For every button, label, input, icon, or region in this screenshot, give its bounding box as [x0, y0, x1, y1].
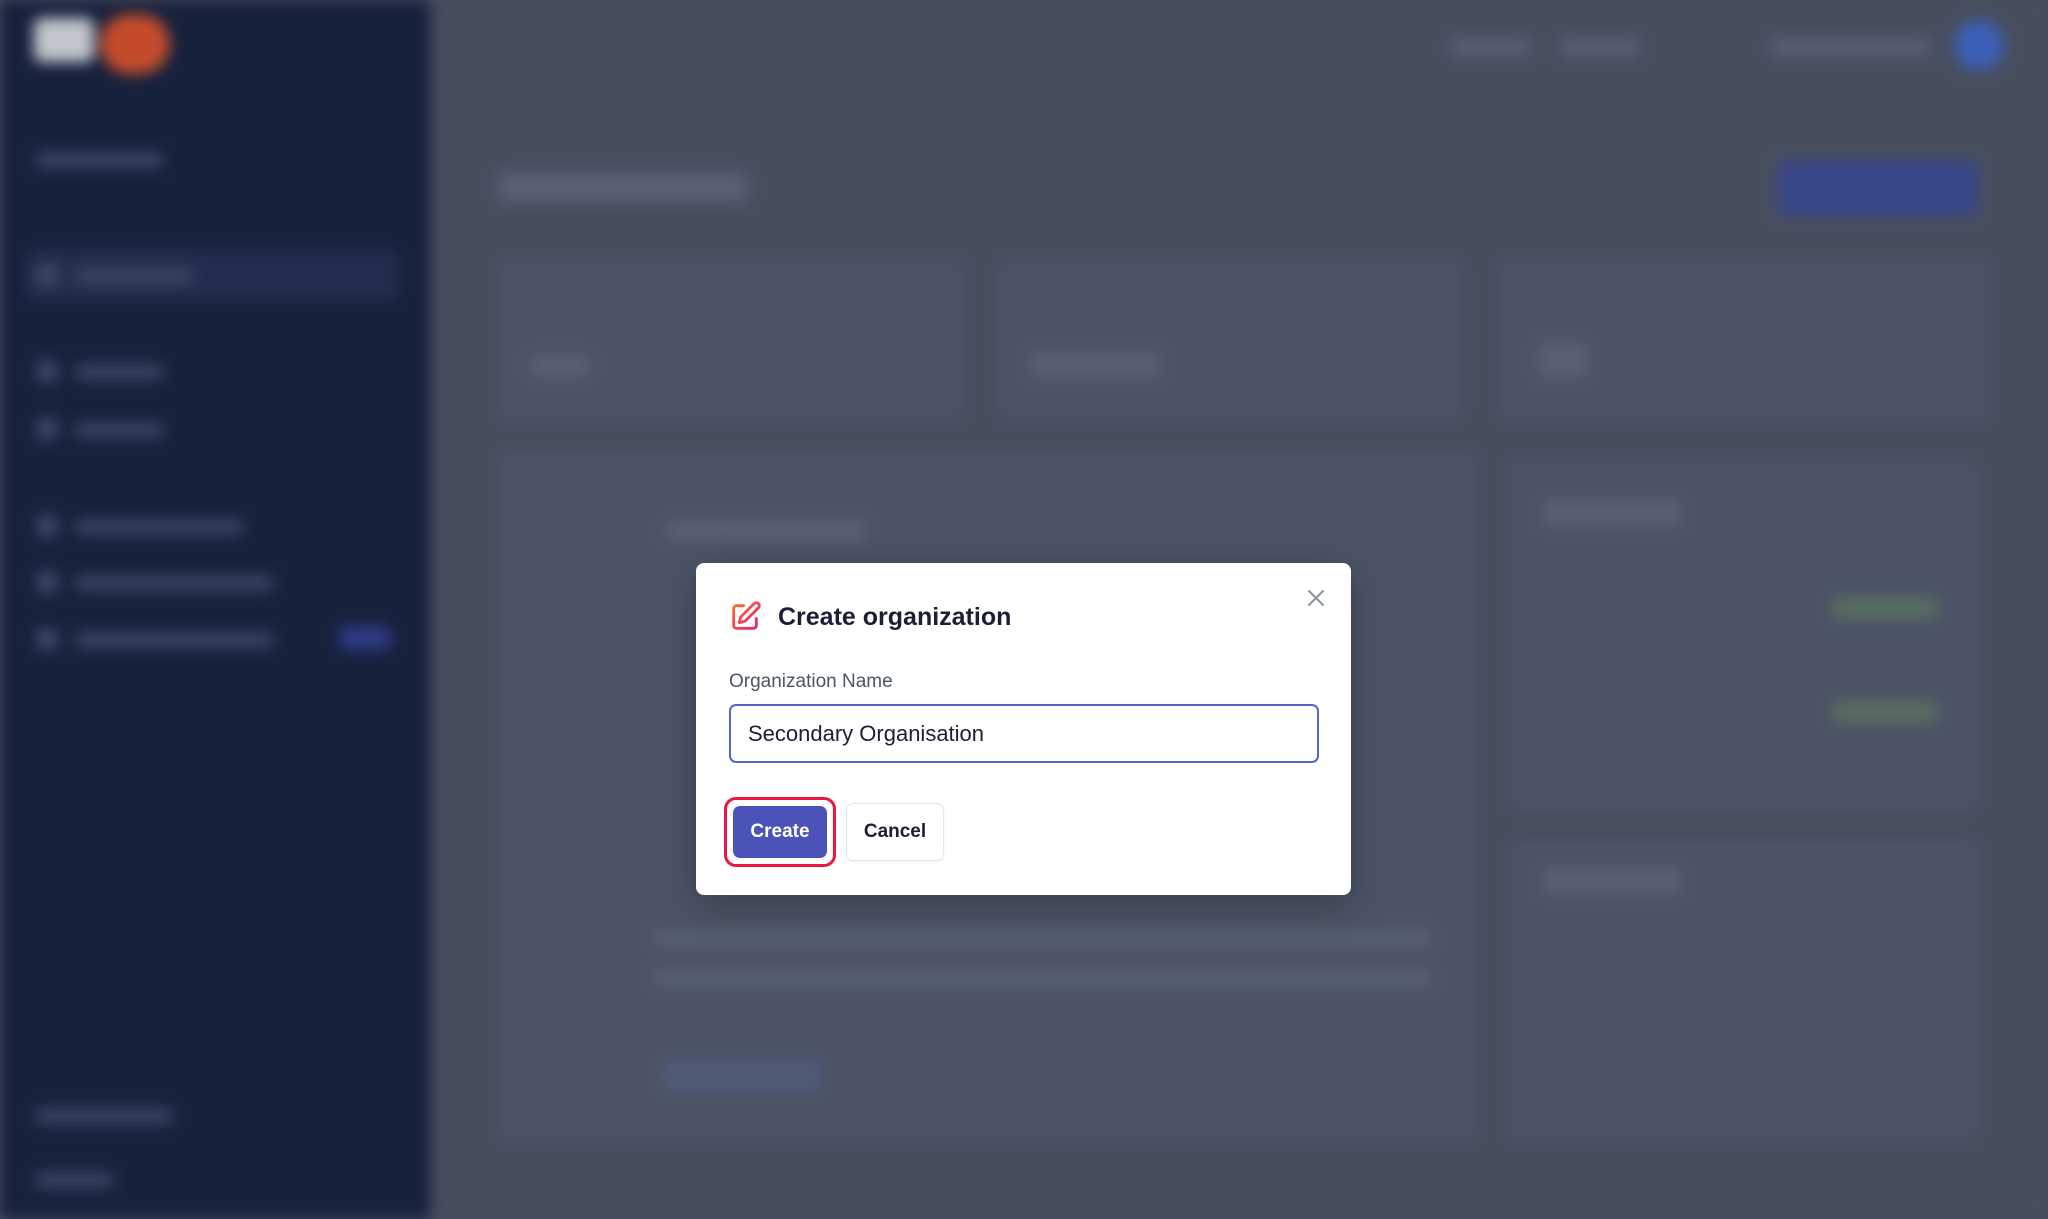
edit-icon	[728, 600, 762, 634]
create-organization-dialog: Create organization Organization Name Cr…	[696, 563, 1351, 895]
close-button[interactable]	[1301, 583, 1331, 613]
create-button-highlight: Create	[724, 797, 836, 867]
organization-name-label: Organization Name	[729, 671, 893, 692]
dialog-header: Create organization	[728, 597, 1011, 637]
create-button[interactable]: Create	[733, 806, 827, 858]
close-icon	[1308, 590, 1324, 606]
cancel-button[interactable]: Cancel	[846, 803, 944, 861]
organization-name-input[interactable]	[729, 704, 1319, 763]
dialog-title: Create organization	[778, 602, 1012, 631]
